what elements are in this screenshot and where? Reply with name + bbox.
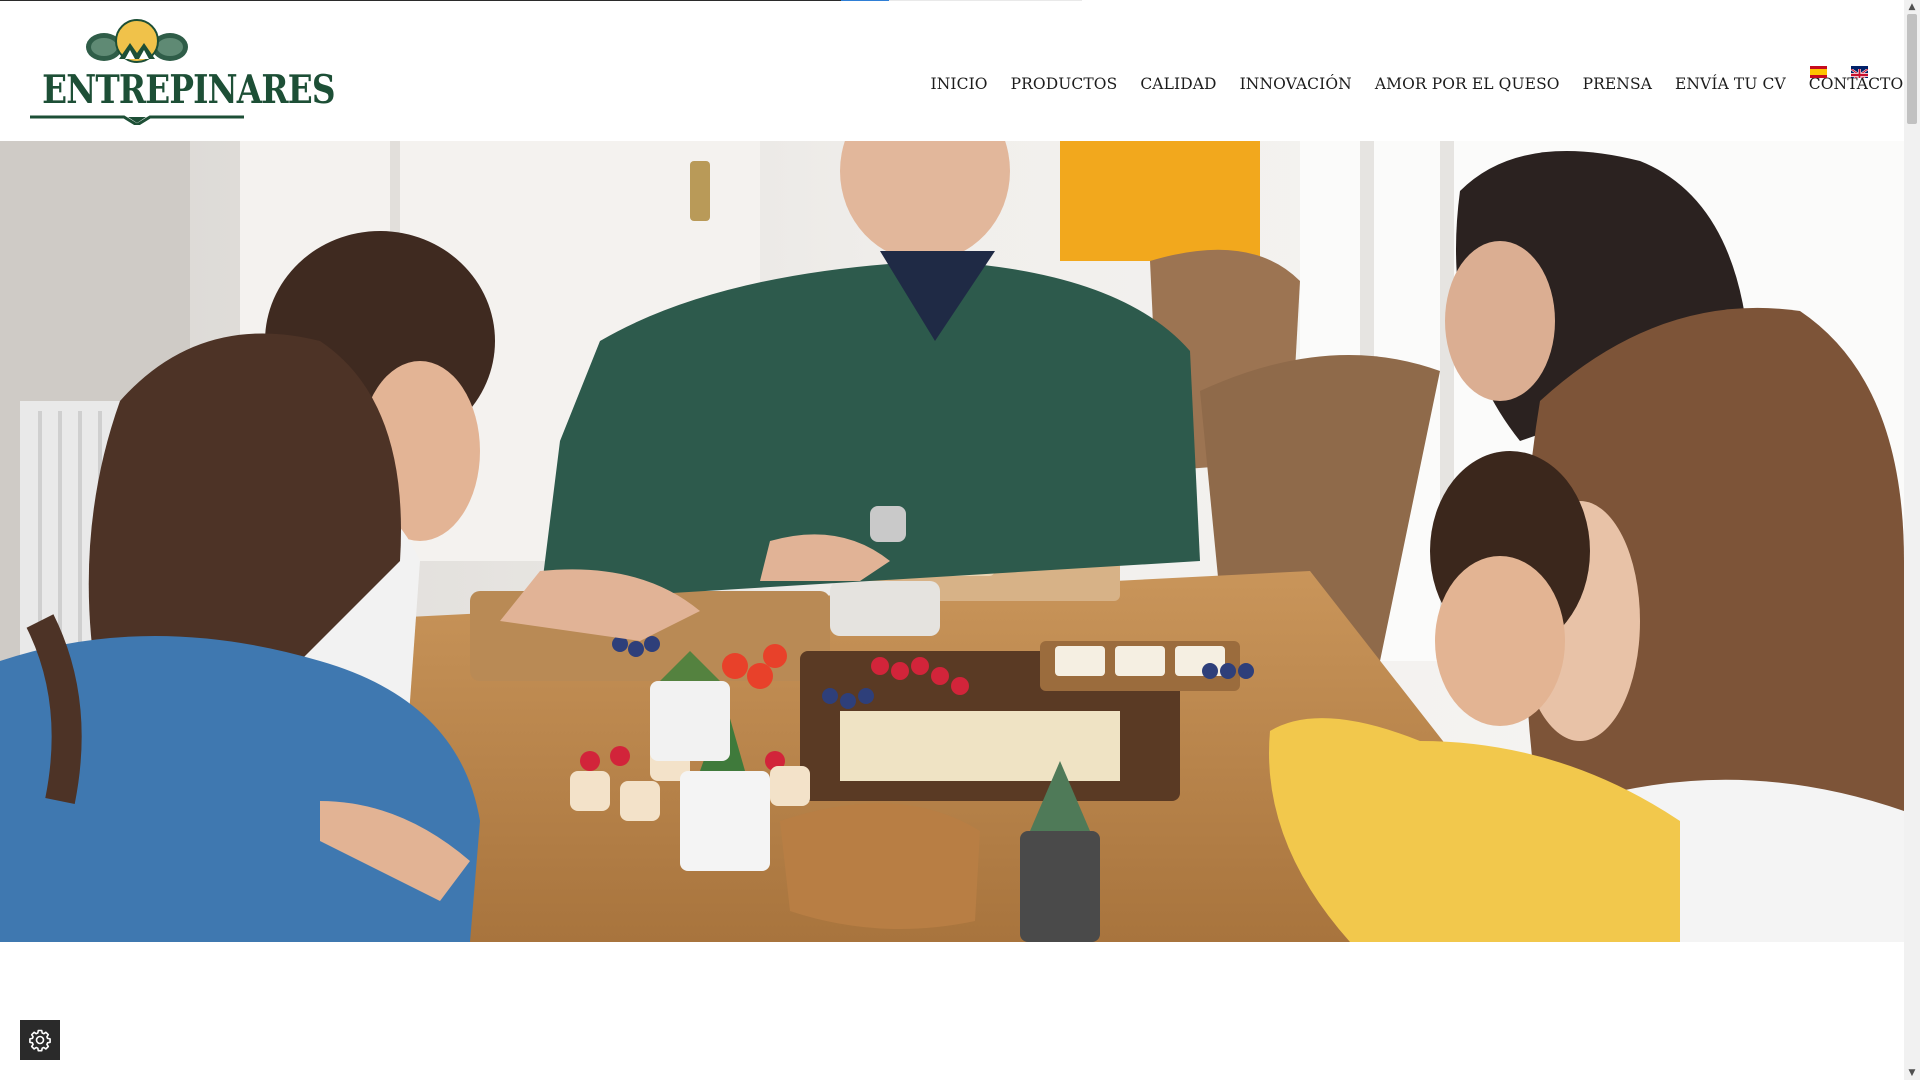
gear-icon [29,1029,51,1052]
page: ENTREPINARES INICIO PRODUCTOS CALIDAD IN… [0,0,1920,1080]
nav-item-prensa[interactable]: PRENSA [1571,75,1663,93]
site-header: ENTREPINARES INICIO PRODUCTOS CALIDAD IN… [0,1,1904,141]
nav-item-envia-tu-cv[interactable]: ENVÍA TU CV [1663,75,1797,93]
scroll-down-arrow-icon[interactable]: ▼ [1904,1066,1920,1080]
spain-flag-icon[interactable] [1810,66,1827,78]
logo-wordmark: ENTREPINARES [42,67,335,113]
scrollbar-thumb[interactable] [1907,14,1917,124]
language-switcher [1810,66,1868,78]
cookie-settings-button[interactable] [20,1020,60,1060]
nav-item-inicio[interactable]: INICIO [919,75,999,93]
page-scrollbar[interactable]: ▲ ▼ [1904,0,1920,1080]
uk-flag-icon[interactable] [1851,66,1868,78]
family-meal-photo [0,141,1904,942]
nav-item-productos[interactable]: PRODUCTOS [999,75,1129,93]
hero-banner [0,141,1904,942]
scroll-up-arrow-icon[interactable]: ▲ [1904,0,1920,14]
nav-item-amor-por-el-queso[interactable]: AMOR POR EL QUESO [1363,75,1571,93]
nav-item-innovacion[interactable]: INNOVACIÓN [1228,75,1363,93]
brand-logo[interactable]: ENTREPINARES [24,19,336,125]
main-navigation: INICIO PRODUCTOS CALIDAD INNOVACIÓN AMOR… [919,75,1915,93]
nav-item-calidad[interactable]: CALIDAD [1129,75,1228,93]
